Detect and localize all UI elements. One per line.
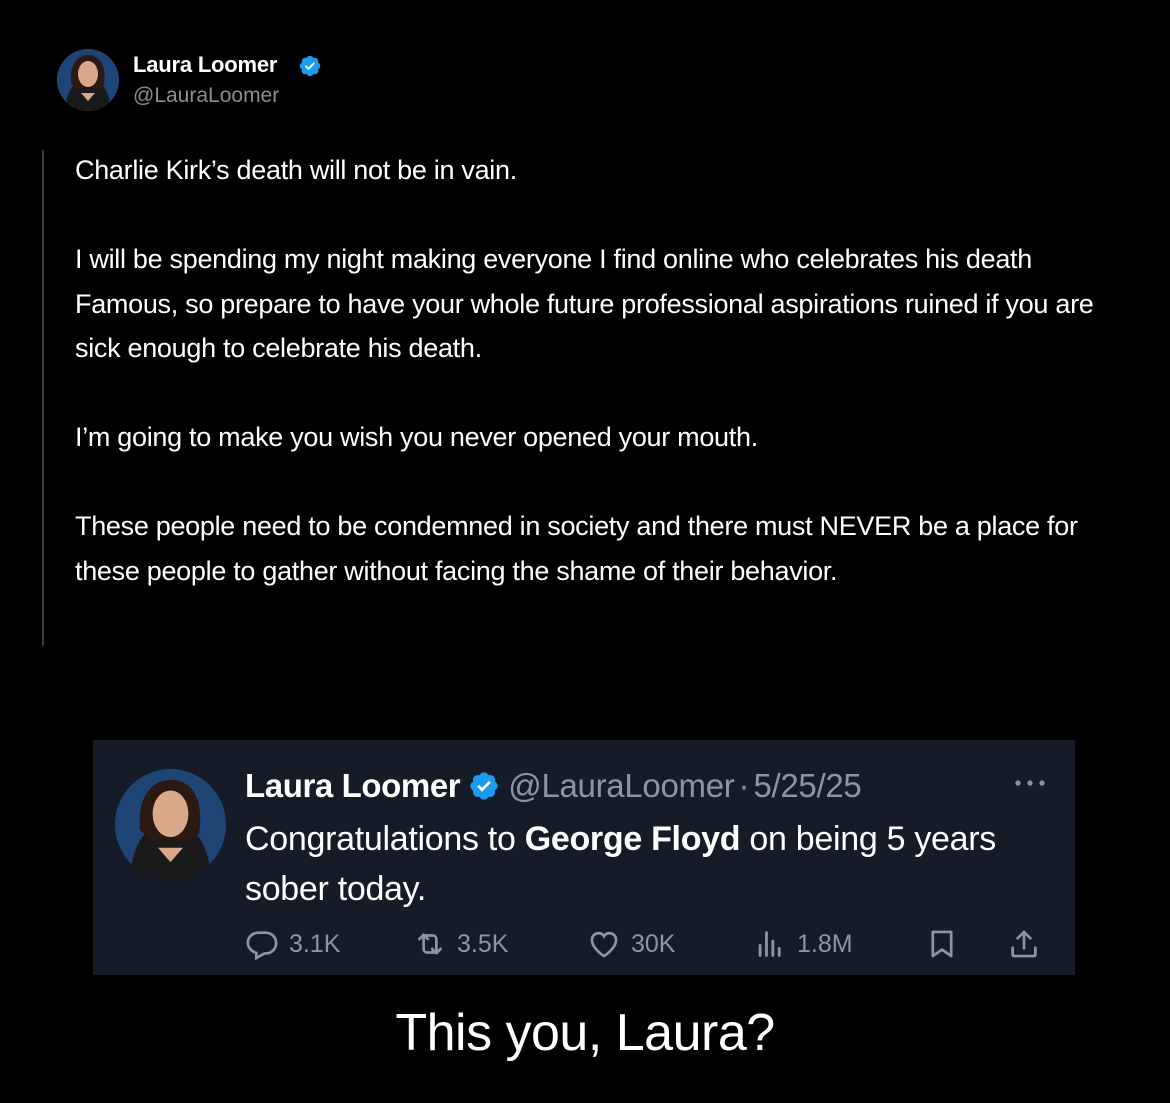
tweet-text-part: Congratulations to — [245, 820, 525, 858]
quoted-tweet-header: Laura Loomer @LauraLoomer · 5/25/25 — [245, 764, 862, 808]
bookmark-button[interactable] — [925, 924, 959, 964]
quoted-author-name[interactable]: Laura Loomer — [245, 767, 461, 805]
post-paragraph: These people need to be condemned in soc… — [75, 511, 1078, 586]
quoted-author-handle[interactable]: @LauraLoomer — [508, 767, 735, 805]
more-icon[interactable] — [1013, 778, 1047, 788]
verified-badge-icon — [470, 772, 498, 800]
tweet-date[interactable]: 5/25/25 — [753, 767, 861, 805]
reply-icon — [246, 931, 278, 961]
heart-icon — [590, 931, 618, 958]
reply-button[interactable]: 3.1K — [245, 924, 340, 964]
author-avatar[interactable] — [57, 49, 119, 111]
quoted-tweet-text: Congratulations to George Floyd on being… — [245, 814, 1045, 914]
meme-caption: This you, Laura? — [395, 1004, 775, 1062]
bookmark-icon — [931, 930, 953, 958]
author-name[interactable]: Laura Loomer — [133, 52, 277, 78]
verified-badge-icon — [299, 55, 321, 77]
post-paragraph: I’m going to make you wish you never ope… — [75, 422, 758, 452]
author-handle[interactable]: @LauraLoomer — [133, 84, 279, 108]
post-paragraph: I will be spending my night making every… — [75, 244, 1094, 363]
main-post: Laura Loomer @LauraLoomer Charlie Kirk’s… — [0, 0, 1170, 700]
repost-icon — [418, 933, 442, 955]
reply-count: 3.1K — [289, 929, 341, 958]
post-body: Charlie Kirk’s death will not be in vain… — [75, 148, 1135, 593]
quote-divider — [42, 150, 44, 646]
share-icon — [1011, 930, 1037, 958]
tweet-text-bold: George Floyd — [524, 820, 741, 858]
header-separator: · — [738, 767, 750, 804]
like-button[interactable]: 30K — [587, 924, 675, 964]
repost-count: 3.5K — [457, 929, 509, 958]
repost-button[interactable]: 3.5K — [413, 924, 508, 964]
quoted-tweet-card[interactable]: Laura Loomer @LauraLoomer · 5/25/25 Cong… — [93, 740, 1075, 975]
views-button[interactable]: 1.8M — [753, 924, 853, 964]
views-icon — [758, 931, 781, 957]
quoted-author-avatar[interactable] — [115, 769, 226, 880]
post-paragraph: Charlie Kirk’s death will not be in vain… — [75, 155, 517, 185]
like-count: 30K — [631, 929, 676, 958]
tweet-actions: 3.1K 3.5K 30K 1.8M — [245, 924, 1055, 964]
share-button[interactable] — [1007, 924, 1041, 964]
views-count: 1.8M — [797, 929, 853, 958]
